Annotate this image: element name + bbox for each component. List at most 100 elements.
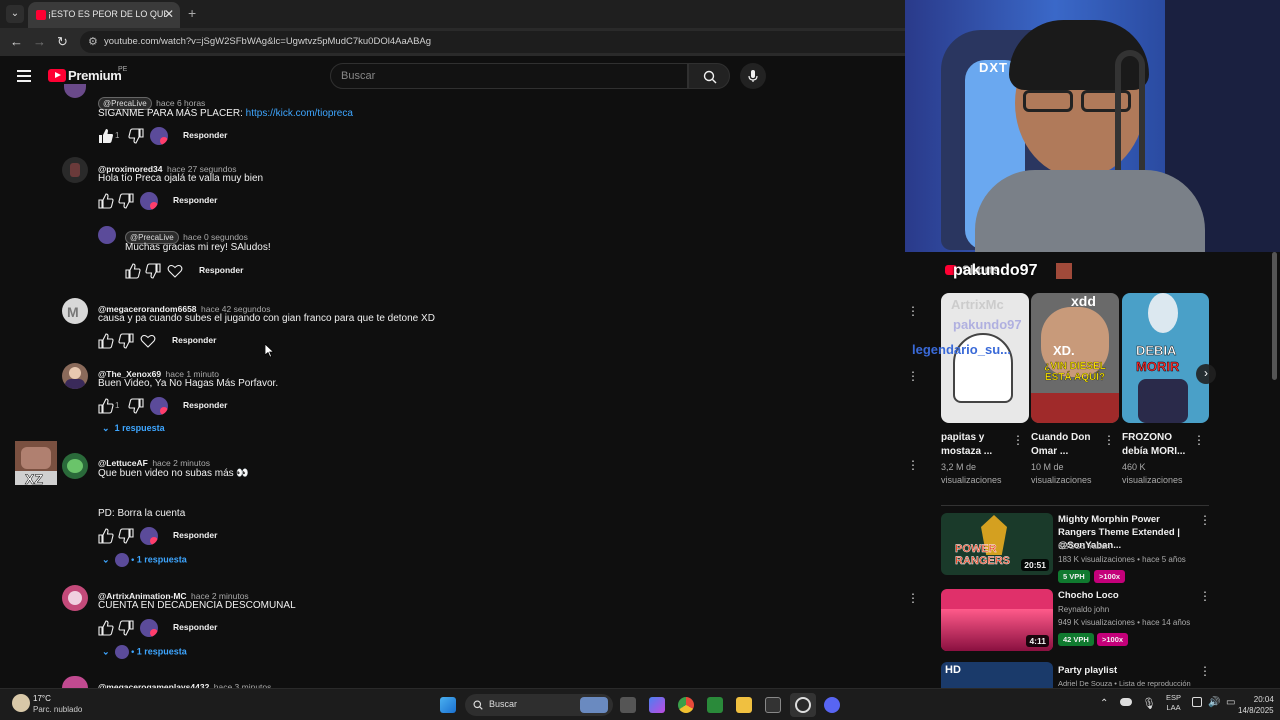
network-icon[interactable] [1192, 697, 1202, 707]
language-indicator[interactable]: ESP LAA [1166, 693, 1181, 713]
short-title[interactable]: Cuando Don Omar ... [1031, 431, 1101, 459]
heart-icon[interactable] [167, 263, 183, 279]
video-channel[interactable]: Reynaldo john [1058, 605, 1109, 614]
search-input[interactable]: Buscar [330, 63, 688, 89]
reply-button[interactable]: Responder [173, 622, 217, 632]
short-thumbnail[interactable]: XD. ¿VIN DIESEL ESTÁ AQUÍ? xdd [1031, 293, 1119, 423]
avatar[interactable] [62, 157, 88, 183]
more-options-icon[interactable]: ⋮ [907, 369, 919, 383]
video-channel[interactable]: Adriel De Souza • Lista de reproducción [1058, 679, 1191, 688]
weather-desc[interactable]: Parc. nublado [33, 705, 82, 714]
more-options-icon[interactable]: ⋮ [1199, 589, 1211, 603]
comment-author[interactable]: @LettuceAF [98, 458, 148, 468]
dislike-icon[interactable] [128, 398, 144, 414]
battery-icon[interactable]: ▭ [1226, 697, 1235, 708]
url-field[interactable]: ⚙ youtube.com/watch?v=jSgW2SFbWAg&lc=Ugw… [80, 31, 920, 53]
comment-actions: Responder [98, 527, 298, 545]
comment-time[interactable]: hace 0 segundos [183, 232, 248, 242]
reply-button[interactable]: Responder [172, 335, 216, 345]
video-thumbnail[interactable]: POWER RANGERS 20:51 [941, 513, 1053, 575]
dislike-icon[interactable] [145, 263, 161, 279]
comment-time[interactable]: hace 2 minutos [152, 458, 210, 468]
short-title[interactable]: FROZONO debía MORI... [1122, 431, 1192, 459]
avatar[interactable] [62, 676, 88, 688]
clock[interactable]: 20:04 14/8/2025 [1238, 694, 1280, 716]
weather-temp[interactable]: 17°C [33, 694, 51, 703]
more-options-icon[interactable]: ⋮ [907, 458, 919, 472]
volume-icon[interactable]: 🔊 [1208, 697, 1220, 708]
search-button[interactable] [688, 63, 730, 89]
like-icon[interactable] [98, 398, 114, 414]
windows-start-icon[interactable] [440, 697, 456, 713]
video-thumbnail[interactable]: 4:11 [941, 589, 1053, 651]
mic-tray-icon[interactable]: 🎙 [1142, 697, 1156, 710]
like-icon[interactable] [98, 128, 114, 144]
short-thumbnail[interactable]: ArtrixMc pakundo97 [941, 293, 1029, 423]
more-options-icon[interactable]: ⋮ [907, 591, 919, 605]
view-replies-link[interactable]: ⌄ 1 respuesta [102, 423, 165, 434]
reply-button[interactable]: Responder [173, 530, 217, 540]
copilot-icon[interactable] [649, 697, 665, 713]
video-channel[interactable]: SBGSS Yaban [1058, 542, 1110, 551]
avatar[interactable] [62, 453, 88, 479]
video-thumbnail[interactable]: HD [941, 662, 1053, 688]
dislike-icon[interactable] [118, 620, 134, 636]
xbox-icon[interactable] [707, 697, 723, 713]
reply-button[interactable]: Responder [183, 130, 227, 140]
discord-icon[interactable] [824, 697, 840, 713]
dislike-icon[interactable] [118, 528, 134, 544]
short-thumbnail[interactable]: DEBIA MORIR [1122, 293, 1209, 423]
like-icon[interactable] [98, 193, 114, 209]
browser-tab-active[interactable]: ¡ESTO ES PEOR DE LO QUE PENSABA! ✕ [28, 2, 180, 28]
view-replies-link[interactable]: ⌄ • 1 respuesta [102, 553, 187, 567]
view-replies-link[interactable]: ⌄ • 1 respuesta [102, 645, 187, 659]
dislike-icon[interactable] [118, 193, 134, 209]
youtube-brand[interactable]: Premium [68, 68, 122, 83]
avatar[interactable] [98, 226, 116, 244]
voice-search-button[interactable] [740, 63, 766, 89]
task-view-icon[interactable] [620, 697, 636, 713]
shorts-next-arrow-icon[interactable]: › [1196, 364, 1216, 384]
comment-link[interactable]: https://kick.com/tiopreca [246, 108, 353, 119]
onedrive-icon[interactable] [1120, 698, 1132, 706]
video-title[interactable]: Chocho Loco [1058, 589, 1198, 602]
dislike-icon[interactable] [128, 128, 144, 144]
short-title[interactable]: papitas y mostaza ... [941, 431, 1011, 459]
file-explorer-icon[interactable] [736, 697, 752, 713]
taskbar-search[interactable]: Buscar [465, 694, 613, 716]
reply-button[interactable]: Responder [183, 400, 227, 410]
comment-time[interactable]: hace 6 horas [156, 98, 205, 108]
more-options-icon[interactable]: ⋮ [1012, 433, 1024, 447]
sidebar-scrollbar[interactable] [1272, 252, 1277, 380]
tray-chevron-up-icon[interactable]: ⌃ [1100, 698, 1108, 709]
avatar[interactable] [62, 585, 88, 611]
site-info-icon[interactable]: ⚙ [88, 35, 98, 48]
more-options-icon[interactable]: ⋮ [1193, 433, 1205, 447]
back-icon[interactable]: ← [10, 34, 23, 49]
more-options-icon[interactable]: ⋮ [1199, 513, 1211, 527]
forward-icon[interactable]: → [33, 34, 46, 49]
tab-list-chevron-icon[interactable]: ⌄ [6, 5, 24, 23]
new-tab-icon[interactable]: + [188, 5, 196, 21]
more-options-icon[interactable]: ⋮ [1103, 433, 1115, 447]
obs-icon[interactable] [795, 697, 811, 713]
reply-button[interactable]: Responder [199, 265, 243, 275]
more-options-icon[interactable]: ⋮ [1199, 664, 1211, 678]
video-title[interactable]: Party playlist [1058, 664, 1198, 677]
like-icon[interactable] [98, 620, 114, 636]
reply-button[interactable]: Responder [173, 195, 217, 205]
like-icon[interactable] [125, 263, 141, 279]
chrome-icon[interactable] [678, 697, 694, 713]
store-icon[interactable] [765, 697, 781, 713]
like-icon[interactable] [98, 528, 114, 544]
menu-icon[interactable] [17, 70, 31, 85]
reload-icon[interactable]: ↻ [57, 34, 68, 50]
more-options-icon[interactable]: ⋮ [907, 304, 919, 318]
avatar[interactable] [62, 363, 88, 389]
close-tab-icon[interactable]: ✕ [164, 7, 174, 21]
dislike-icon[interactable] [118, 333, 134, 349]
heart-icon[interactable] [140, 333, 156, 349]
like-icon[interactable] [98, 333, 114, 349]
avatar[interactable]: M [62, 298, 88, 324]
youtube-logo-icon[interactable] [48, 69, 66, 82]
